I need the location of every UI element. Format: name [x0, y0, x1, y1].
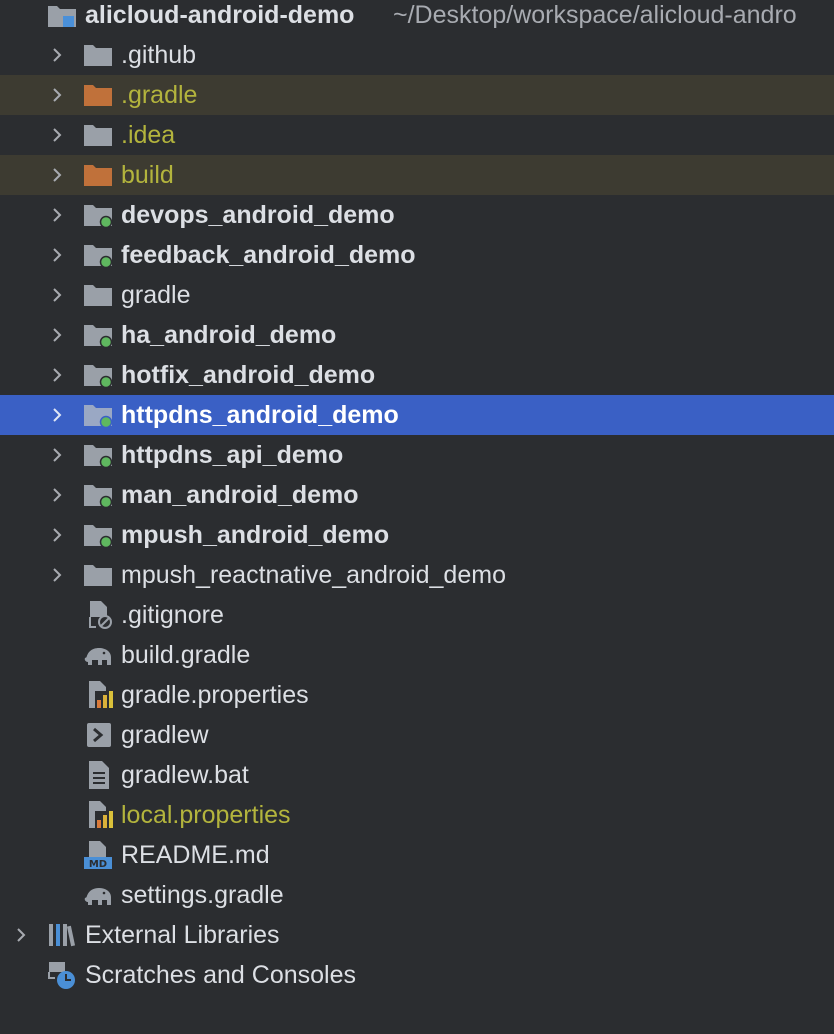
tree-item-label: ha_android_demo	[121, 321, 337, 349]
chevron-right-icon[interactable]	[46, 395, 68, 435]
shell-script-icon	[85, 720, 115, 750]
tree-item-module[interactable]: httpdns_api_demo	[0, 435, 834, 475]
tree-item-file[interactable]: gradlew.bat	[0, 755, 834, 795]
excluded-folder-icon	[83, 80, 113, 110]
folder-icon	[83, 280, 113, 310]
tree-item-external-libraries[interactable]: External Libraries	[0, 915, 834, 955]
folder-icon	[83, 40, 113, 70]
module-folder-icon	[83, 400, 113, 430]
root-name: alicloud-android-demo	[85, 1, 355, 29]
chevron-right-icon[interactable]	[46, 235, 68, 275]
chevron-right-icon[interactable]	[46, 435, 68, 475]
module-folder-icon	[83, 520, 113, 550]
tree-item-idea[interactable]: .idea	[0, 115, 834, 155]
tree-item-label: mpush_android_demo	[121, 521, 390, 549]
scratches-clock-icon	[47, 960, 77, 990]
tree-item-module[interactable]: hotfix_android_demo	[0, 355, 834, 395]
tree-item-file[interactable]: MD README.md	[0, 835, 834, 875]
tree-item-label: mpush_reactnative_android_demo	[121, 561, 506, 589]
folder-icon	[83, 120, 113, 150]
tree-item-label: .idea	[121, 121, 176, 149]
tree-item-label: Scratches and Consoles	[85, 961, 356, 989]
module-folder-icon	[83, 240, 113, 270]
gitignore-file-icon	[85, 600, 115, 630]
tree-item-label: gradlew.bat	[121, 761, 249, 789]
tree-item-label: local.properties	[121, 801, 291, 829]
excluded-folder-icon	[83, 160, 113, 190]
tree-item-file[interactable]: gradlew	[0, 715, 834, 755]
chevron-right-icon[interactable]	[46, 515, 68, 555]
chevron-right-icon[interactable]	[46, 155, 68, 195]
tree-item-scratches[interactable]: Scratches and Consoles	[0, 955, 834, 995]
tree-item-label: gradlew	[121, 721, 209, 749]
tree-item-gradle-cache[interactable]: .gradle	[0, 75, 834, 115]
tree-item-label: build	[121, 161, 174, 189]
tree-item-label: build.gradle	[121, 641, 251, 669]
tree-item-file[interactable]: gradle.properties	[0, 675, 834, 715]
chevron-right-icon[interactable]	[46, 555, 68, 595]
chevron-right-icon[interactable]	[46, 475, 68, 515]
tree-item-file[interactable]: local.properties	[0, 795, 834, 835]
tree-item-label: httpdns_android_demo	[121, 401, 399, 429]
gradle-elephant-icon	[83, 880, 113, 910]
tree-item-file[interactable]: settings.gradle	[0, 875, 834, 915]
chevron-right-icon[interactable]	[46, 315, 68, 355]
tree-item-label: feedback_android_demo	[121, 241, 416, 269]
properties-file-icon	[85, 800, 115, 830]
library-icon	[47, 920, 77, 950]
module-folder-icon	[83, 440, 113, 470]
tree-item-label: devops_android_demo	[121, 201, 395, 229]
svg-text:MD: MD	[89, 859, 107, 870]
chevron-right-icon[interactable]	[46, 275, 68, 315]
tree-item-file[interactable]: build.gradle	[0, 635, 834, 675]
chevron-right-icon[interactable]	[46, 195, 68, 235]
chevron-right-icon[interactable]	[10, 915, 32, 955]
module-folder-icon	[83, 480, 113, 510]
tree-root-row[interactable]: alicloud-android-demo ~/Desktop/workspac…	[0, 0, 834, 35]
tree-item-label: man_android_demo	[121, 481, 359, 509]
chevron-right-icon[interactable]	[46, 75, 68, 115]
tree-item-label: .gitignore	[121, 601, 224, 629]
tree-item-label: gradle.properties	[121, 681, 309, 709]
tree-item-label: README.md	[121, 841, 270, 869]
tree-item-label: settings.gradle	[121, 881, 284, 909]
tree-item-label: .github	[121, 41, 197, 69]
tree-item-label: .gradle	[121, 81, 198, 109]
folder-icon	[83, 560, 113, 590]
properties-file-icon	[85, 680, 115, 710]
tree-item-module[interactable]: ha_android_demo	[0, 315, 834, 355]
markdown-file-icon: MD	[83, 840, 113, 870]
chevron-right-icon[interactable]	[46, 115, 68, 155]
project-tree: alicloud-android-demo ~/Desktop/workspac…	[0, 0, 834, 995]
chevron-right-icon[interactable]	[46, 355, 68, 395]
chevron-right-icon[interactable]	[46, 35, 68, 75]
tree-item-file[interactable]: .gitignore	[0, 595, 834, 635]
tree-item-label: httpdns_api_demo	[121, 441, 344, 469]
tree-item-label: External Libraries	[85, 921, 280, 949]
tree-item-build-dir[interactable]: build	[0, 155, 834, 195]
tree-item-folder[interactable]: mpush_reactnative_android_demo	[0, 555, 834, 595]
tree-item-label: hotfix_android_demo	[121, 361, 376, 389]
text-file-icon	[85, 760, 115, 790]
tree-item-module[interactable]: mpush_android_demo	[0, 515, 834, 555]
tree-item-github[interactable]: .github	[0, 35, 834, 75]
tree-item-module[interactable]: man_android_demo	[0, 475, 834, 515]
module-folder-icon	[83, 360, 113, 390]
tree-item-module[interactable]: devops_android_demo	[0, 195, 834, 235]
tree-item-gradle-dir[interactable]: gradle	[0, 275, 834, 315]
gradle-elephant-icon	[83, 640, 113, 670]
module-folder-icon	[47, 0, 77, 30]
tree-item-module-selected[interactable]: httpdns_android_demo	[0, 395, 834, 435]
tree-item-module[interactable]: feedback_android_demo	[0, 235, 834, 275]
module-folder-icon	[83, 320, 113, 350]
root-path: ~/Desktop/workspace/alicloud-andro	[393, 1, 797, 29]
tree-item-label: gradle	[121, 281, 191, 309]
module-folder-icon	[83, 200, 113, 230]
